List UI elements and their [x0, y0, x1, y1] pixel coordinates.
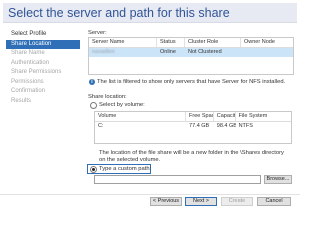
- browse-button[interactable]: Browse...: [264, 175, 292, 184]
- column-header[interactable]: File System: [236, 112, 291, 121]
- nav-item-permissions: Permissions: [11, 78, 44, 85]
- custom-path-input[interactable]: [94, 175, 261, 184]
- column-header[interactable]: Status: [157, 38, 185, 47]
- select-by-volume-label[interactable]: Select by volume:: [99, 102, 145, 108]
- volume-table-header: Volume Free Space Capacity File System: [95, 112, 291, 122]
- free-space-cell: 77.4 GB: [189, 123, 210, 129]
- capacity-cell: 98.4 GB: [216, 123, 236, 129]
- info-icon: i: [89, 79, 95, 85]
- nav-item-share-name: Share Name: [11, 50, 45, 56]
- share-location-label: Share location:: [88, 94, 127, 100]
- column-header[interactable]: Free Space: [186, 112, 214, 121]
- nav-item-share-permissions: Share Permissions: [11, 69, 62, 75]
- volume-cell: C:: [98, 123, 104, 129]
- filter-note: The list is filtered to show only server…: [97, 79, 286, 85]
- column-header[interactable]: Volume: [95, 112, 187, 121]
- nav-item-select-profile[interactable]: Select Profile: [6, 30, 80, 40]
- server-table-header: Server Name Status Cluster Role Owner No…: [89, 38, 293, 48]
- custom-path-label[interactable]: Type a custom path:: [99, 166, 151, 172]
- server-label: Server:: [88, 30, 107, 36]
- nav-item-authentication: Authentication: [11, 59, 50, 66]
- volume-table[interactable]: Volume Free Space Capacity File System C…: [94, 111, 292, 144]
- cluster-role-cell: Not Clustered: [188, 49, 222, 55]
- column-header[interactable]: Server Name: [89, 38, 157, 47]
- select-by-volume-radio[interactable]: [90, 102, 97, 109]
- wizard-nav: Select Profile Share Location Share Name…: [6, 30, 80, 106]
- location-note: The location of the file share will be a…: [99, 150, 284, 163]
- next-button[interactable]: Next >: [185, 197, 217, 206]
- custom-path-radio[interactable]: [90, 166, 97, 173]
- status-cell: Online: [160, 49, 176, 55]
- file-system-cell: NTFS: [238, 123, 253, 129]
- column-header[interactable]: Capacity: [214, 112, 236, 121]
- page-title: Select the server and path for this shar…: [3, 3, 297, 23]
- cancel-button[interactable]: Cancel: [257, 197, 291, 206]
- previous-button[interactable]: < Previous: [150, 197, 182, 206]
- owner-node-cell: [241, 48, 293, 57]
- create-button: Create: [221, 197, 253, 206]
- nav-item-share-location[interactable]: Share Location: [6, 39, 80, 49]
- server-name-cell: nasadbor: [92, 49, 115, 55]
- column-header[interactable]: Owner Node: [241, 38, 293, 47]
- server-table[interactable]: Server Name Status Cluster Role Owner No…: [88, 37, 294, 75]
- column-header[interactable]: Cluster Role: [185, 38, 241, 47]
- table-row[interactable]: C: 77.4 GB 98.4 GB NTFS: [95, 122, 291, 131]
- table-row[interactable]: nasadbor Online Not Clustered: [89, 48, 293, 57]
- nav-item-results: Results: [11, 97, 32, 104]
- nav-item-confirmation: Confirmation: [11, 88, 46, 94]
